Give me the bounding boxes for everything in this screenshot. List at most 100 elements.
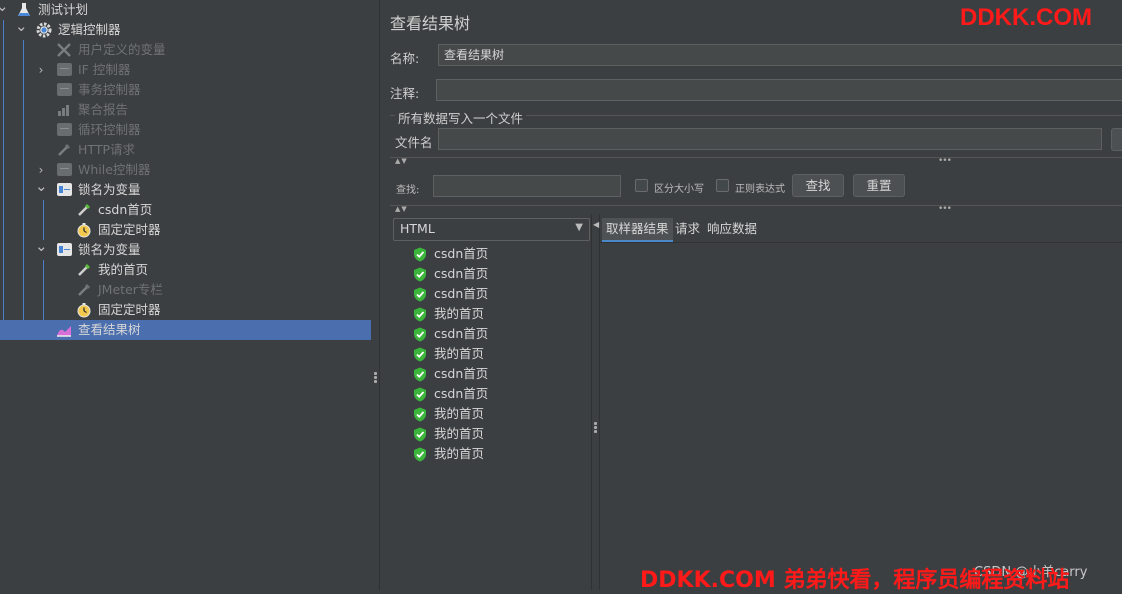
chevron-down-icon[interactable]: ⌄ [15, 16, 28, 36]
bar-chart-icon [56, 102, 72, 118]
splitter-grip-icon [594, 422, 597, 434]
result-item-label: 我的首页 [434, 426, 485, 441]
test-plan-tree[interactable]: ⌄ 测试计划 ⌄ 逻辑控制器用户定义的变量 › IF 控制器 事务控制器聚合报告循环控制器 H… [0, 0, 371, 590]
file-name-field[interactable] [438, 128, 1102, 150]
critical-section-icon [56, 242, 72, 258]
tree-node-label: 测试计划 [38, 2, 89, 17]
success-shield-icon [413, 347, 427, 368]
tree-node-label: 锁名为变量 [78, 242, 141, 257]
tree-node-label: 逻辑控制器 [58, 22, 121, 37]
chevron-right-icon[interactable]: › [35, 60, 47, 80]
case-sensitive-label: 区分大小写 [654, 184, 704, 195]
tree-node-label: 我的首页 [98, 262, 149, 277]
tree-node[interactable]: 我的首页 [0, 260, 371, 280]
chevron-down-icon[interactable]: ⌄ [35, 176, 48, 196]
panel-title: 查看结果树 [390, 14, 471, 33]
tree-node[interactable]: ⌄ 逻辑控制器 [0, 17, 371, 40]
tree-node[interactable]: HTTP请求 [0, 140, 371, 160]
watermark-bottom: DDKK.COM 弟弟快看，程序员编程资料站 [640, 568, 1070, 593]
chevron-down-icon[interactable]: ⌄ [0, 0, 9, 16]
case-sensitive-checkbox[interactable] [635, 179, 648, 192]
tree-node-label: IF 控制器 [78, 62, 131, 77]
tree-node[interactable]: 固定定时器 [0, 220, 371, 240]
result-item-label: 我的首页 [434, 446, 485, 461]
results-splitter[interactable] [591, 214, 600, 590]
tree-node-label: HTTP请求 [78, 142, 135, 157]
splitter-grip-icon [374, 372, 377, 384]
file-name-label: 文件名 [395, 135, 433, 150]
controller-box-icon [56, 82, 72, 98]
tree-node[interactable]: JMeter专栏 [0, 280, 371, 300]
tree-node-label: 锁名为变量 [78, 182, 141, 197]
regex-checkbox[interactable] [716, 179, 729, 192]
tree-node-label: 事务控制器 [78, 82, 141, 97]
tab-scroll-left-icon[interactable]: ◀ [593, 220, 599, 229]
tab-request[interactable]: 请求 [671, 218, 704, 240]
tree-node[interactable]: › IF 控制器 [0, 60, 371, 80]
result-item-label: csdn首页 [434, 266, 489, 281]
tree-node-label: While控制器 [78, 162, 151, 177]
stopwatch-icon [76, 222, 92, 238]
tree-node-label: csdn首页 [98, 202, 153, 217]
pipette-icon [76, 202, 92, 218]
tree-node[interactable]: 固定定时器 [0, 300, 371, 320]
wrench-cross-icon [56, 42, 72, 58]
tree-node[interactable]: csdn首页 [0, 200, 371, 220]
search-field[interactable] [433, 175, 621, 197]
result-item-label: csdn首页 [434, 386, 489, 401]
critical-section-icon [56, 182, 72, 198]
success-shield-icon [413, 327, 427, 348]
tree-node-label: 聚合报告 [78, 102, 129, 117]
success-shield-icon [413, 387, 427, 408]
result-item-label: 我的首页 [434, 306, 485, 321]
detail-tabs: 取样器结果 请求 响应数据 [600, 216, 1122, 243]
tree-node-label: 用户定义的变量 [78, 42, 166, 57]
tree-node[interactable]: 查看结果树 [0, 320, 371, 340]
tree-node[interactable]: 用户定义的变量 [0, 40, 371, 60]
controller-box-icon [56, 62, 72, 78]
success-shield-icon [413, 447, 427, 468]
tree-node[interactable]: ⌄ 锁名为变量 [0, 237, 371, 260]
watermark-top: DDKK.COM [960, 4, 1092, 31]
result-item-label: csdn首页 [434, 246, 489, 261]
name-field[interactable]: 查看结果树 [438, 44, 1122, 66]
view-results-tree-panel: 查看结果树 名称: 查看结果树 注释: 所有数据写入一个文件 文件名 ▲▼ ••… [380, 0, 1122, 590]
tree-node[interactable]: ⌄ 测试计划 [0, 0, 371, 20]
pipette-icon [56, 142, 72, 158]
reset-button[interactable]: 重置 [853, 174, 905, 197]
tree-node[interactable]: 聚合报告 [0, 100, 371, 120]
result-tree-icon [56, 322, 72, 338]
splitter-grip-icon: ••• [938, 204, 952, 214]
chevron-down-icon[interactable]: ⌄ [35, 236, 48, 256]
find-button[interactable]: 查找 [792, 174, 844, 197]
tree-node[interactable]: 事务控制器 [0, 80, 371, 100]
success-shield-icon [413, 427, 427, 448]
tree-node[interactable]: ⌄ 锁名为变量 [0, 177, 371, 200]
gear-icon [36, 22, 52, 38]
browse-button[interactable] [1111, 128, 1122, 151]
success-shield-icon [413, 287, 427, 308]
success-shield-icon [413, 307, 427, 328]
tab-sampler-result[interactable]: 取样器结果 [602, 218, 673, 242]
tree-node[interactable]: › While控制器 [0, 160, 371, 180]
file-group-title: 所有数据写入一个文件 [395, 108, 527, 127]
comment-field[interactable] [436, 79, 1122, 101]
pipette-icon [76, 262, 92, 278]
tree-node[interactable]: 循环控制器 [0, 120, 371, 140]
tree-node-label: 查看结果树 [78, 322, 141, 337]
tree-node-label: 循环控制器 [78, 122, 141, 137]
result-item-label: 我的首页 [434, 346, 485, 361]
result-item-label: 我的首页 [434, 406, 485, 421]
splitter-arrows-icon: ▲▼ [395, 157, 408, 165]
search-label: 查找: [396, 185, 420, 196]
tree-node-label: 固定定时器 [98, 222, 161, 237]
vertical-splitter[interactable] [371, 0, 380, 590]
result-item-label: csdn首页 [434, 366, 489, 381]
comment-label: 注释: [390, 86, 420, 101]
splitter-grip-icon: ••• [938, 156, 952, 166]
horizontal-splitter[interactable]: ▲▼ ••• [390, 156, 1122, 168]
success-shield-icon [413, 407, 427, 428]
results-list[interactable]: csdn首页 csdn首页 csdn首页 我的首页 csdn首页 我的首页 csdn首页 cs… [390, 214, 591, 590]
splitter-arrows-icon: ▲▼ [395, 205, 408, 213]
tab-response-data[interactable]: 响应数据 [703, 218, 761, 240]
